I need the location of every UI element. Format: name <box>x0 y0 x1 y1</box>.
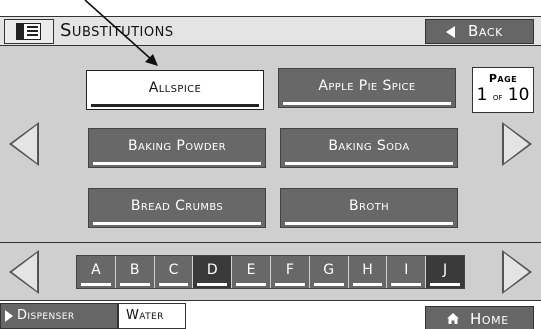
letter-buttons: ABCDEFGHIJ <box>76 255 465 289</box>
alphabet-strip: ABCDEFGHIJ <box>0 243 541 301</box>
left-triangle-icon <box>446 26 455 38</box>
next-letters-arrow-icon[interactable] <box>502 250 532 294</box>
letter-button-f[interactable]: F <box>271 256 310 288</box>
prev-letters-arrow-icon[interactable] <box>9 250 39 294</box>
letter-button-g[interactable]: G <box>310 256 349 288</box>
page-indicator: Page 1 of 10 <box>472 67 534 113</box>
page-total: 10 <box>507 85 530 105</box>
bottom-bar: Dispenser Water Home <box>0 301 541 329</box>
letter-button-i[interactable]: I <box>387 256 427 288</box>
page-of-label: of <box>492 92 503 103</box>
right-triangle-icon <box>5 310 13 322</box>
item-apple-pie-spice[interactable]: Apple Pie Spice <box>278 68 456 108</box>
dispenser-tab[interactable]: Dispenser <box>0 303 118 329</box>
header-bar: Substitutions Back <box>0 16 541 46</box>
page-current: 1 <box>476 85 488 105</box>
page-title: Substitutions <box>60 20 174 41</box>
item-broth[interactable]: Broth <box>280 188 458 228</box>
home-button[interactable]: Home <box>425 306 534 329</box>
menu-icon[interactable] <box>4 19 54 44</box>
substitutions-screen: Substitutions Back Allspice Apple Pie Sp… <box>0 0 541 329</box>
prev-page-arrow-icon[interactable] <box>9 122 39 166</box>
letter-button-h[interactable]: H <box>349 256 388 288</box>
dispenser-tab-label: Dispenser <box>17 308 75 323</box>
letter-button-j[interactable]: J <box>426 256 464 288</box>
letter-button-e[interactable]: E <box>232 256 271 288</box>
document-icon <box>16 23 41 40</box>
item-allspice[interactable]: Allspice <box>86 70 264 110</box>
letter-button-c[interactable]: C <box>155 256 194 288</box>
letter-button-b[interactable]: B <box>116 256 155 288</box>
home-icon <box>447 313 459 324</box>
page-count: 1 of 10 <box>473 85 533 108</box>
substitution-list-panel: Allspice Apple Pie Spice Baking Powder B… <box>0 46 541 243</box>
letter-button-d[interactable]: D <box>193 256 233 288</box>
back-button-label: Back <box>468 22 503 40</box>
back-button[interactable]: Back <box>425 19 534 44</box>
item-bread-crumbs[interactable]: Bread Crumbs <box>88 188 266 228</box>
item-baking-soda[interactable]: Baking Soda <box>280 128 458 168</box>
home-button-label: Home <box>470 310 509 328</box>
item-baking-powder[interactable]: Baking Powder <box>88 128 266 168</box>
water-tab[interactable]: Water <box>118 303 186 329</box>
letter-button-a[interactable]: A <box>77 256 116 288</box>
page-label: Page <box>488 72 518 85</box>
next-page-arrow-icon[interactable] <box>502 122 532 166</box>
